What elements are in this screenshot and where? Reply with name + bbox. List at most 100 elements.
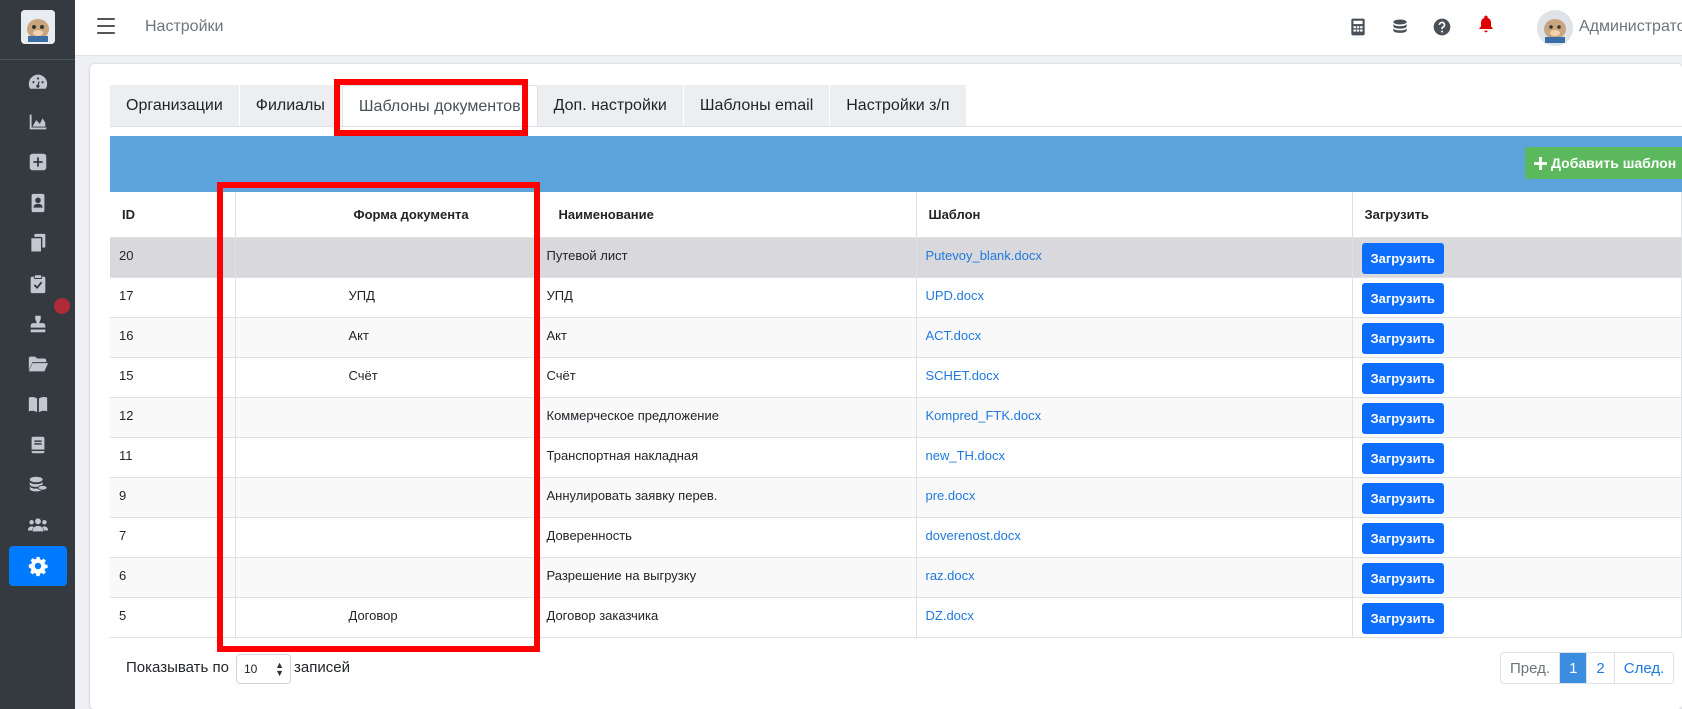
- cell-name: Доверенность: [538, 517, 917, 558]
- cell-name: Коммерческое предложение: [538, 397, 917, 438]
- table-row[interactable]: 6 Разрешение на выгрузку raz.docx Загруз…: [110, 557, 1682, 598]
- cell-id: 20: [110, 237, 236, 278]
- template-file-link[interactable]: SCHET.docx: [926, 368, 1000, 383]
- book-icon: [31, 436, 45, 454]
- cell-id: 17: [110, 277, 236, 318]
- upload-button[interactable]: Загрузить: [1361, 482, 1444, 514]
- table-row[interactable]: 15 Счёт Счёт SCHET.docx Загрузить: [110, 357, 1682, 398]
- template-file-link[interactable]: DZ.docx: [926, 608, 974, 623]
- upload-button[interactable]: Загрузить: [1361, 442, 1444, 474]
- cell-id: 15: [110, 357, 236, 398]
- sidebar-item-stamp[interactable]: [9, 304, 67, 344]
- table-row[interactable]: 17 УПД УПД UPD.docx Загрузить: [110, 277, 1682, 318]
- templates-table: ID Форма документа Наименование Шаблон З…: [110, 192, 1682, 638]
- tab-additional-settings[interactable]: Доп. настройки: [537, 85, 684, 127]
- cell-name: Путевой лист: [538, 237, 917, 278]
- upload-button[interactable]: Загрузить: [1361, 242, 1444, 274]
- sidebar-item-journal[interactable]: [9, 425, 67, 465]
- column-header-name[interactable]: Наименование: [538, 192, 917, 238]
- cell-name: Разрешение на выгрузку: [538, 557, 917, 598]
- cell-form: Счёт: [235, 357, 539, 398]
- cell-form: [235, 557, 539, 598]
- pagination: Пред. 1 2 След.: [1500, 652, 1675, 684]
- add-template-button[interactable]: Добавить шаблон: [1525, 147, 1682, 179]
- sidebar-item-users[interactable]: [9, 505, 67, 545]
- calculator-icon[interactable]: [1348, 17, 1368, 37]
- coins-icon: [29, 476, 48, 492]
- sidebar-item-documents[interactable]: [9, 223, 67, 263]
- template-file-link[interactable]: Putevoy_blank.docx: [926, 248, 1042, 263]
- sidebar-item-finance[interactable]: [9, 465, 67, 505]
- pagination-page-2[interactable]: 2: [1587, 653, 1615, 683]
- table-row[interactable]: 16 Акт Акт ACT.docx Загрузить: [110, 317, 1682, 358]
- table-row[interactable]: 12 Коммерческое предложение Kompred_FTK.…: [110, 397, 1682, 438]
- cell-id: 16: [110, 317, 236, 358]
- cell-form: [235, 437, 539, 478]
- menu-toggle-icon[interactable]: [97, 18, 115, 36]
- pagination-prev[interactable]: Пред.: [1501, 653, 1561, 683]
- upload-button[interactable]: Загрузить: [1361, 562, 1444, 594]
- records-label: записей: [294, 659, 350, 676]
- cell-name: Аннулировать заявку перев.: [538, 477, 917, 518]
- gear-icon: [28, 556, 48, 577]
- contact-card-icon: [31, 193, 45, 213]
- table-row[interactable]: 7 Доверенность doverenost.docx Загрузить: [110, 517, 1682, 558]
- pagination-page-1[interactable]: 1: [1560, 653, 1588, 683]
- add-template-label: Добавить шаблон: [1551, 155, 1677, 171]
- stamp-icon: [30, 315, 46, 333]
- tab-salary-settings[interactable]: Настройки з/п: [830, 85, 967, 127]
- top-navbar: Настройки Администрато: [75, 0, 1682, 56]
- select-arrows-icon: ▲ ▼: [275, 660, 284, 678]
- column-header-template[interactable]: Шаблон: [916, 192, 1353, 238]
- help-circle-icon[interactable]: [1432, 17, 1452, 37]
- table-row[interactable]: 20 Путевой лист Putevoy_blank.docx Загру…: [110, 237, 1682, 278]
- avatar[interactable]: [1537, 10, 1573, 46]
- sidebar-item-contacts[interactable]: [9, 183, 67, 223]
- tab-organizations[interactable]: Организации: [110, 85, 240, 127]
- template-file-link[interactable]: Kompred_FTK.docx: [926, 408, 1042, 423]
- book-open-icon: [28, 396, 48, 413]
- table-row[interactable]: 11 Транспортная накладная new_TH.docx За…: [110, 437, 1682, 478]
- upload-button[interactable]: Загрузить: [1361, 322, 1444, 354]
- upload-button[interactable]: Загрузить: [1361, 602, 1444, 634]
- upload-button[interactable]: Загрузить: [1361, 282, 1444, 314]
- upload-button[interactable]: Загрузить: [1361, 362, 1444, 394]
- page-size-select[interactable]: 10 ▲ ▼: [236, 654, 291, 684]
- coins-icon[interactable]: [1390, 17, 1410, 37]
- tab-email-templates[interactable]: Шаблоны email: [683, 85, 831, 127]
- template-file-link[interactable]: raz.docx: [926, 568, 975, 583]
- template-file-link[interactable]: doverenost.docx: [926, 528, 1021, 543]
- clipboard-check-icon: [30, 274, 46, 294]
- user-name[interactable]: Администрато: [1579, 18, 1682, 36]
- upload-button[interactable]: Загрузить: [1361, 402, 1444, 434]
- sidebar-item-add[interactable]: [9, 142, 67, 182]
- template-file-link[interactable]: pre.docx: [926, 488, 976, 503]
- folder-open-icon: [28, 356, 49, 372]
- cell-name: Договор заказчика: [538, 597, 917, 638]
- pagination-next[interactable]: След.: [1615, 653, 1674, 683]
- cell-id: 6: [110, 557, 236, 598]
- sidebar-item-files[interactable]: [9, 344, 67, 384]
- template-file-link[interactable]: new_TH.docx: [926, 448, 1005, 463]
- template-file-link[interactable]: ACT.docx: [926, 328, 982, 343]
- sidebar-item-guide[interactable]: [9, 384, 67, 424]
- cell-id: 5: [110, 597, 236, 638]
- tachometer-icon: [28, 74, 48, 89]
- sidebar-item-reports[interactable]: [9, 102, 67, 142]
- app-logo[interactable]: [21, 10, 55, 44]
- column-header-upload[interactable]: Загрузить: [1352, 192, 1682, 238]
- upload-button[interactable]: Загрузить: [1361, 522, 1444, 554]
- sidebar-item-settings[interactable]: [9, 546, 67, 586]
- column-header-id[interactable]: ID: [110, 192, 236, 238]
- tab-branches[interactable]: Филиалы: [239, 85, 342, 127]
- area-chart-icon: [29, 114, 47, 130]
- cell-form: [235, 517, 539, 558]
- table-row[interactable]: 5 Договор Договор заказчика DZ.docx Загр…: [110, 597, 1682, 638]
- table-row[interactable]: 9 Аннулировать заявку перев. pre.docx За…: [110, 477, 1682, 518]
- sidebar-item-dashboard[interactable]: [9, 62, 67, 102]
- tab-document-templates[interactable]: Шаблоны документов: [341, 85, 538, 127]
- cell-form: [235, 397, 539, 438]
- column-header-form[interactable]: Форма документа: [235, 192, 539, 238]
- bell-icon[interactable]: [1476, 14, 1496, 34]
- template-file-link[interactable]: UPD.docx: [926, 288, 985, 303]
